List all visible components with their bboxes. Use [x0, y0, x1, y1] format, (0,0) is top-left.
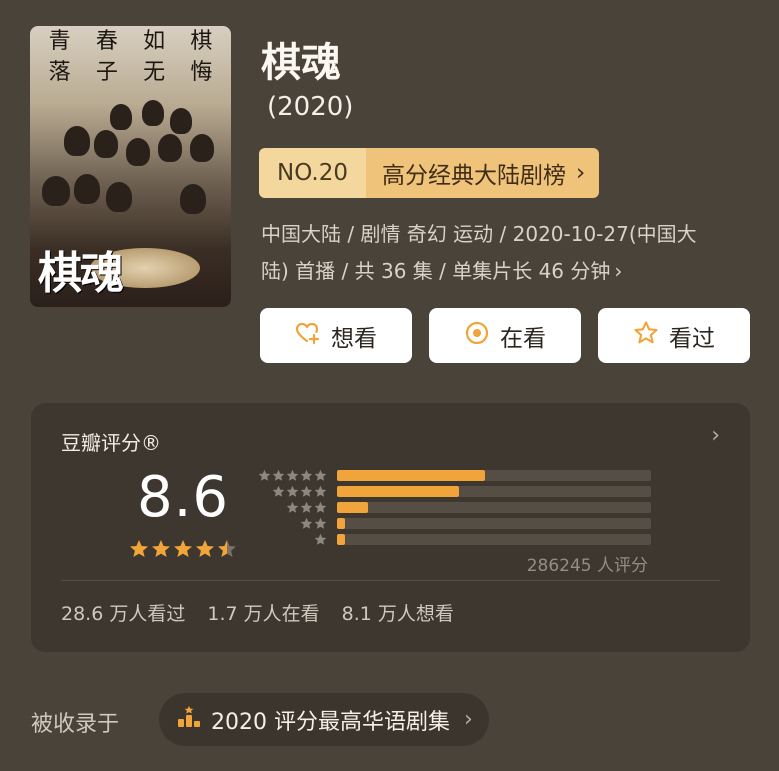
- divider: [61, 580, 720, 581]
- chevron-right-icon[interactable]: ›: [711, 423, 720, 448]
- mini-star-icon: [314, 485, 327, 497]
- chevron-right-icon: ›: [463, 707, 473, 732]
- rating-stars: [129, 539, 237, 559]
- poster-tagline: 青 春 如 棋 落 子 无 悔: [36, 28, 225, 87]
- rating-star-icon: [174, 540, 192, 557]
- rating-bar-fill: [337, 517, 345, 529]
- mini-star-icon: [272, 469, 285, 481]
- rating-bar-stars: [255, 469, 327, 482]
- mini-star-icon: [300, 501, 313, 513]
- rating-heading: 豆瓣评分®: [61, 431, 161, 455]
- watched-count[interactable]: 28.6 万人看过: [61, 599, 185, 626]
- rank-list-link[interactable]: 高分经典大陆剧榜 ›: [365, 148, 600, 198]
- watched-label: 看过: [669, 325, 715, 352]
- mini-star-icon: [286, 469, 299, 481]
- douban-rating-card[interactable]: 豆瓣评分® › 8.6 286245 人评分 28.6 万人看过 1.7 万人在…: [31, 403, 750, 652]
- rating-votes-count: 286245 人评分: [526, 556, 648, 576]
- rating-bar-row: [255, 531, 651, 547]
- mini-star-icon: [300, 469, 313, 481]
- rating-bar-row: [255, 499, 651, 515]
- rating-bar-row: [255, 483, 651, 499]
- rank-list-name: 高分经典大陆剧榜: [381, 163, 566, 189]
- show-meta-info[interactable]: 中国大陆 / 剧情 奇幻 运动 / 2020-10-27(中国大 陆) 首播 /…: [261, 216, 751, 290]
- rating-bar-stars: [255, 533, 327, 546]
- show-title: 棋魂: [261, 40, 341, 86]
- rating-star-icon: [196, 540, 214, 557]
- radio-dot-icon: [464, 320, 490, 352]
- rating-bar-stars: [255, 485, 327, 498]
- mini-star-icon: [258, 469, 271, 481]
- mini-star-icon: [314, 469, 327, 481]
- mini-star-icon: [300, 517, 313, 529]
- poster-tagline-char: 青: [48, 29, 71, 54]
- rating-bar-row: [255, 467, 651, 483]
- watching-button[interactable]: 在看: [429, 308, 581, 363]
- mini-star-icon: [286, 485, 299, 497]
- poster-tagline-char: 悔: [190, 59, 213, 85]
- poster-image[interactable]: 青 春 如 棋 落 子 无 悔 棋魂: [30, 26, 231, 307]
- poster-tagline-char: 春: [95, 29, 118, 54]
- rating-star-icon: [218, 540, 236, 557]
- mini-star-icon: [314, 533, 327, 545]
- poster-tagline-char: 子: [95, 59, 118, 85]
- rating-score: 8.6: [137, 465, 230, 530]
- poster-tagline-char: 棋: [190, 29, 213, 54]
- rank-badge[interactable]: NO.20 高分经典大陆剧榜 ›: [259, 148, 600, 198]
- chevron-right-icon: ›: [614, 259, 623, 283]
- mini-star-icon: [314, 517, 327, 529]
- mini-star-icon: [300, 485, 313, 497]
- rating-star-icon: [152, 540, 170, 557]
- rating-bar-stars: [255, 501, 327, 514]
- want-to-watch-label: 想看: [331, 325, 377, 352]
- rating-distribution: [255, 467, 651, 547]
- star-outline-icon: [633, 320, 659, 352]
- ranking-icon: [177, 705, 201, 734]
- poster-tagline-char: 落: [48, 59, 71, 85]
- show-year: (2020): [267, 92, 354, 122]
- mini-star-icon: [272, 485, 285, 497]
- rating-bar-track: [337, 469, 651, 481]
- rating-bar-fill: [337, 533, 345, 545]
- rating-bar-fill: [337, 485, 460, 497]
- collected-in-label: 被收录于: [31, 712, 120, 737]
- rating-bar-track: [337, 501, 651, 513]
- watch-stats: 28.6 万人看过 1.7 万人在看 8.1 万人想看: [61, 599, 454, 626]
- want-count[interactable]: 8.1 万人想看: [342, 599, 454, 626]
- rating-bar-track: [337, 517, 651, 529]
- collected-list-link[interactable]: 2020 评分最高华语剧集 ›: [159, 693, 489, 746]
- meta-line-last: 陆) 首播 / 共 36 集 / 单集片长 46 分钟 ›: [261, 253, 751, 290]
- rating-star-icon: [130, 540, 148, 557]
- rating-bar-track: [337, 485, 651, 497]
- chevron-right-icon: ›: [575, 160, 586, 186]
- rating-bar-track: [337, 533, 651, 545]
- meta-line: 陆) 首播 / 共 36 集 / 单集片长 46 分钟: [261, 259, 611, 283]
- collected-list-name: 2020 评分最高华语剧集: [211, 709, 450, 735]
- mini-star-icon: [314, 501, 327, 513]
- poster-title-text: 棋魂: [38, 248, 124, 299]
- meta-line: 中国大陆 / 剧情 奇幻 运动 / 2020-10-27(中国大: [261, 222, 697, 246]
- rating-bar-stars: [255, 517, 327, 530]
- rating-bar-fill: [337, 469, 485, 481]
- rating-bar-fill: [337, 501, 369, 513]
- watching-label: 在看: [500, 325, 546, 352]
- rating-bar-row: [255, 515, 651, 531]
- poster-tagline-char: 无: [143, 59, 166, 85]
- action-buttons: 想看 在看 看过: [260, 308, 750, 363]
- mini-star-icon: [286, 501, 299, 513]
- rank-number: NO.20: [259, 148, 366, 198]
- poster-tagline-char: 如: [143, 29, 166, 54]
- heart-plus-icon: [295, 320, 321, 352]
- want-to-watch-button[interactable]: 想看: [260, 308, 412, 363]
- watching-count[interactable]: 1.7 万人在看: [207, 599, 319, 626]
- watched-button[interactable]: 看过: [598, 308, 750, 363]
